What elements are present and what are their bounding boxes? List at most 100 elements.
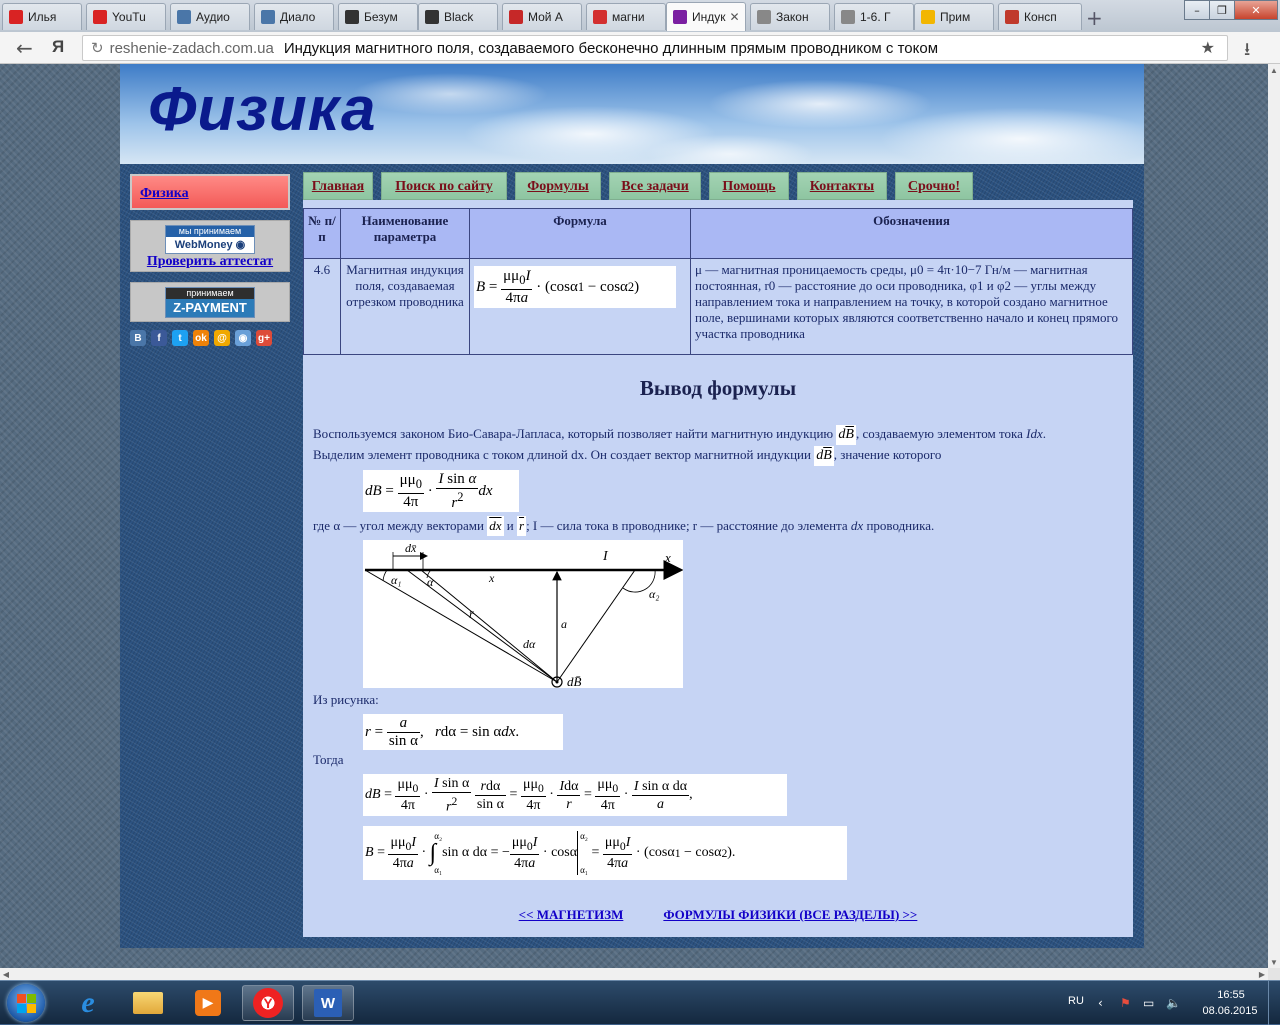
browser-tab[interactable]: Мой А [502, 3, 582, 30]
nav-formulas[interactable]: Формулы [515, 172, 601, 200]
nav-search-link[interactable]: Поиск по сайту [395, 179, 492, 194]
scroll-up-arrow-icon[interactable]: ▲ [1268, 64, 1280, 76]
youtube-icon [9, 10, 23, 24]
table-header-row: № п/п Наименование параметра Формула Обо… [303, 208, 1133, 259]
browser-tab[interactable]: Аудио [170, 3, 250, 30]
windows-logo-icon [17, 994, 26, 1003]
browser-tab[interactable]: Индук ✕ [666, 2, 746, 31]
close-tab-icon[interactable]: ✕ [726, 10, 740, 24]
equation-r-from-figure: r = a sin α, r dα = sin α dx. [363, 714, 563, 750]
scroll-down-arrow-icon[interactable]: ▼ [1268, 956, 1280, 968]
vk-icon [177, 10, 191, 24]
tray-volume-icon[interactable]: 🔈 [1166, 996, 1181, 1010]
nav-all-tasks[interactable]: Все задачи [609, 172, 701, 200]
odnoklassniki-icon[interactable]: ok [193, 330, 209, 346]
browser-tab[interactable]: магни [586, 3, 666, 30]
windows-logo-part [27, 994, 36, 1003]
taskbar-yandex-browser[interactable]: Y [242, 985, 294, 1021]
nav-urgent[interactable]: Срочно! [895, 172, 973, 200]
maximize-button[interactable]: ❐ [1209, 0, 1235, 20]
internet-explorer-icon: e [81, 986, 95, 1019]
tab-label: Аудио [196, 10, 230, 24]
taskbar-explorer[interactable] [122, 985, 174, 1021]
googleplus-icon[interactable]: g+ [256, 330, 272, 346]
webmoney-badge[interactable]: мы принимаем WebMoney ◉ [165, 225, 255, 254]
livejournal-icon[interactable]: ◉ [235, 330, 251, 346]
link-all-formulas[interactable]: ФОРМУЛЫ ФИЗИКИ (ВСЕ РАЗДЕЛЫ) >> [663, 907, 917, 922]
tab-label: 1-6. Г [860, 10, 891, 24]
youtube-icon [93, 10, 107, 24]
browser-tab[interactable]: Black [418, 3, 498, 30]
webmoney-badge-main: WebMoney ◉ [174, 239, 246, 251]
tab-label: YouTu [112, 10, 146, 24]
browser-tab[interactable]: Закон [750, 3, 830, 30]
browser-tab[interactable]: Илья [2, 3, 82, 30]
svg-text:α₁: α₁ [391, 573, 401, 587]
svg-text:α: α [427, 575, 434, 589]
horizontal-scrollbar[interactable]: ◀ ▶ [0, 968, 1268, 980]
bookmark-star-icon[interactable]: ★ [1201, 38, 1215, 58]
taskbar-word[interactable]: W [302, 985, 354, 1021]
language-indicator[interactable]: RU [1068, 995, 1084, 1007]
check-attestat-link[interactable]: Проверить аттестат [131, 254, 289, 270]
tray-flag-icon[interactable]: ⚑ [1120, 996, 1131, 1010]
browser-tab[interactable]: Диало [254, 3, 334, 30]
globe-icon: ◉ [235, 239, 246, 251]
vertical-scrollbar[interactable]: ▲ ▼ [1268, 64, 1280, 968]
tray-expand-icon[interactable]: ‹ [1098, 996, 1103, 1010]
taskbar-media-player[interactable]: ▶ [182, 985, 234, 1021]
scroll-corner [1268, 968, 1280, 980]
nav-help-link[interactable]: Помощь [722, 179, 775, 194]
zpayment-badge[interactable]: принимаем Z-PAYMENT [165, 287, 255, 318]
start-button[interactable] [7, 984, 45, 1022]
back-button[interactable]: ← [16, 36, 33, 60]
new-tab-button[interactable]: + [1086, 6, 1103, 30]
clock-time[interactable]: 16:55 [1206, 989, 1256, 1001]
formula-table: № п/п Наименование параметра Формула Обо… [303, 208, 1133, 355]
link-magnetism[interactable]: << МАГНЕТИЗМ [519, 907, 624, 922]
yandex-button[interactable]: Я [52, 37, 64, 57]
derivation-paragraph-1: Воспользуемся законом Био-Савара-Лапласа… [313, 424, 1128, 466]
minimize-button[interactable]: – [1184, 0, 1210, 20]
main-content: № п/п Наименование параметра Формула Обо… [303, 200, 1133, 937]
formula-image: B = μμ0I 4πa · (cosα 1 − cosα 2) [474, 266, 676, 308]
vkontakte-icon[interactable]: В [130, 330, 146, 346]
url-field[interactable]: ↻ reshenie-zadach.com.ua Индукция магнит… [82, 35, 1228, 61]
sidebar-fizika-link[interactable]: Физика [140, 186, 189, 201]
reload-icon[interactable]: ↻ [91, 39, 104, 57]
nav-home-link[interactable]: Главная [312, 179, 364, 194]
nav-search[interactable]: Поиск по сайту [381, 172, 507, 200]
twitter-icon[interactable]: t [172, 330, 188, 346]
show-desktop-button[interactable] [1268, 981, 1280, 1025]
tray-network-icon[interactable]: ▭ [1143, 996, 1154, 1010]
taskbar-ie[interactable]: e [62, 985, 114, 1021]
download-icon[interactable]: ⭳ [1244, 37, 1250, 67]
nav-home[interactable]: Главная [303, 172, 373, 200]
browser-tab[interactable]: Безум [338, 3, 418, 30]
nav-urgent-link[interactable]: Срочно! [908, 179, 960, 194]
nav-contacts-link[interactable]: Контакты [810, 179, 874, 194]
tab-label: Black [444, 10, 474, 24]
browser-tab[interactable]: Консп [998, 3, 1082, 30]
facebook-icon[interactable]: f [151, 330, 167, 346]
clock-date[interactable]: 08.06.2015 [1198, 1005, 1262, 1017]
browser-tab[interactable]: YouTu [86, 3, 166, 30]
browser-tab[interactable]: 1-6. Г [834, 3, 914, 30]
nav-contacts[interactable]: Контакты [797, 172, 887, 200]
close-window-button[interactable]: ✕ [1234, 0, 1278, 20]
browser-tab[interactable]: Прим [914, 3, 994, 30]
nav-all-tasks-link[interactable]: Все задачи [621, 179, 689, 194]
tab-label: магни [612, 10, 645, 24]
folder-icon [133, 992, 163, 1014]
svg-text:dα: dα [523, 637, 536, 651]
cell-notation: μ — магнитная проницаемость среды, μ0 = … [690, 258, 1133, 355]
scroll-left-arrow-icon[interactable]: ◀ [0, 968, 12, 980]
mailru-icon[interactable]: @ [214, 330, 230, 346]
zpayment-box: принимаем Z-PAYMENT [130, 282, 290, 322]
nav-formulas-link[interactable]: Формулы [527, 179, 589, 194]
nav-help[interactable]: Помощь [709, 172, 789, 200]
scroll-right-arrow-icon[interactable]: ▶ [1256, 968, 1268, 980]
page-icon [425, 10, 439, 24]
zpayment-badge-main: Z-PAYMENT [166, 299, 254, 317]
dB-vector-symbol-2: dB [814, 446, 834, 466]
